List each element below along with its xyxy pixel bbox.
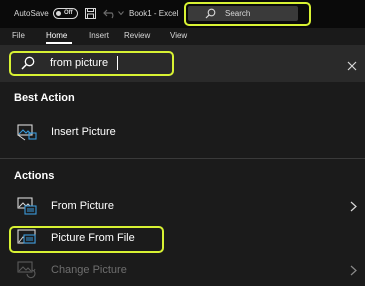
- best-action-heading: Best Action: [14, 92, 75, 104]
- highlight-search-query: [9, 51, 174, 76]
- close-icon[interactable]: [347, 61, 357, 71]
- insert-picture-icon: [17, 124, 37, 141]
- tab-view[interactable]: View: [170, 31, 187, 40]
- autosave-state: Off: [64, 10, 73, 16]
- undo-icon[interactable]: [103, 7, 117, 19]
- chevron-right-icon: [350, 201, 357, 212]
- actions-heading: Actions: [14, 170, 55, 182]
- result-insert-picture[interactable]: Insert Picture: [0, 119, 365, 145]
- highlight-title-search: [184, 2, 311, 26]
- tab-review[interactable]: Review: [124, 31, 150, 40]
- from-picture-icon: [17, 197, 37, 215]
- highlight-picture-from-file: [9, 226, 164, 253]
- chevron-right-icon: [350, 265, 357, 276]
- search-results-panel: Best Action Insert Picture Actions From …: [0, 82, 365, 286]
- toggle-knob: [56, 11, 61, 16]
- section-divider: [0, 158, 365, 159]
- document-title: Book1 - Excel: [129, 9, 179, 18]
- tab-home[interactable]: Home: [46, 31, 67, 40]
- result-change-picture[interactable]: Change Picture: [0, 257, 365, 283]
- save-icon[interactable]: [85, 8, 96, 19]
- ribbon-tabs: File Home Insert Review View: [0, 28, 365, 45]
- chevron-down-icon[interactable]: [118, 11, 124, 15]
- tab-insert[interactable]: Insert: [89, 31, 109, 40]
- result-from-picture[interactable]: From Picture: [0, 193, 365, 219]
- active-tab-indicator: [46, 42, 72, 44]
- result-label: From Picture: [51, 200, 114, 212]
- autosave-toggle[interactable]: Off: [53, 8, 78, 19]
- tab-file[interactable]: File: [12, 31, 25, 40]
- change-picture-icon: [17, 261, 36, 279]
- autosave-label: AutoSave: [14, 9, 49, 18]
- result-label: Insert Picture: [51, 126, 116, 138]
- result-label: Change Picture: [51, 264, 127, 276]
